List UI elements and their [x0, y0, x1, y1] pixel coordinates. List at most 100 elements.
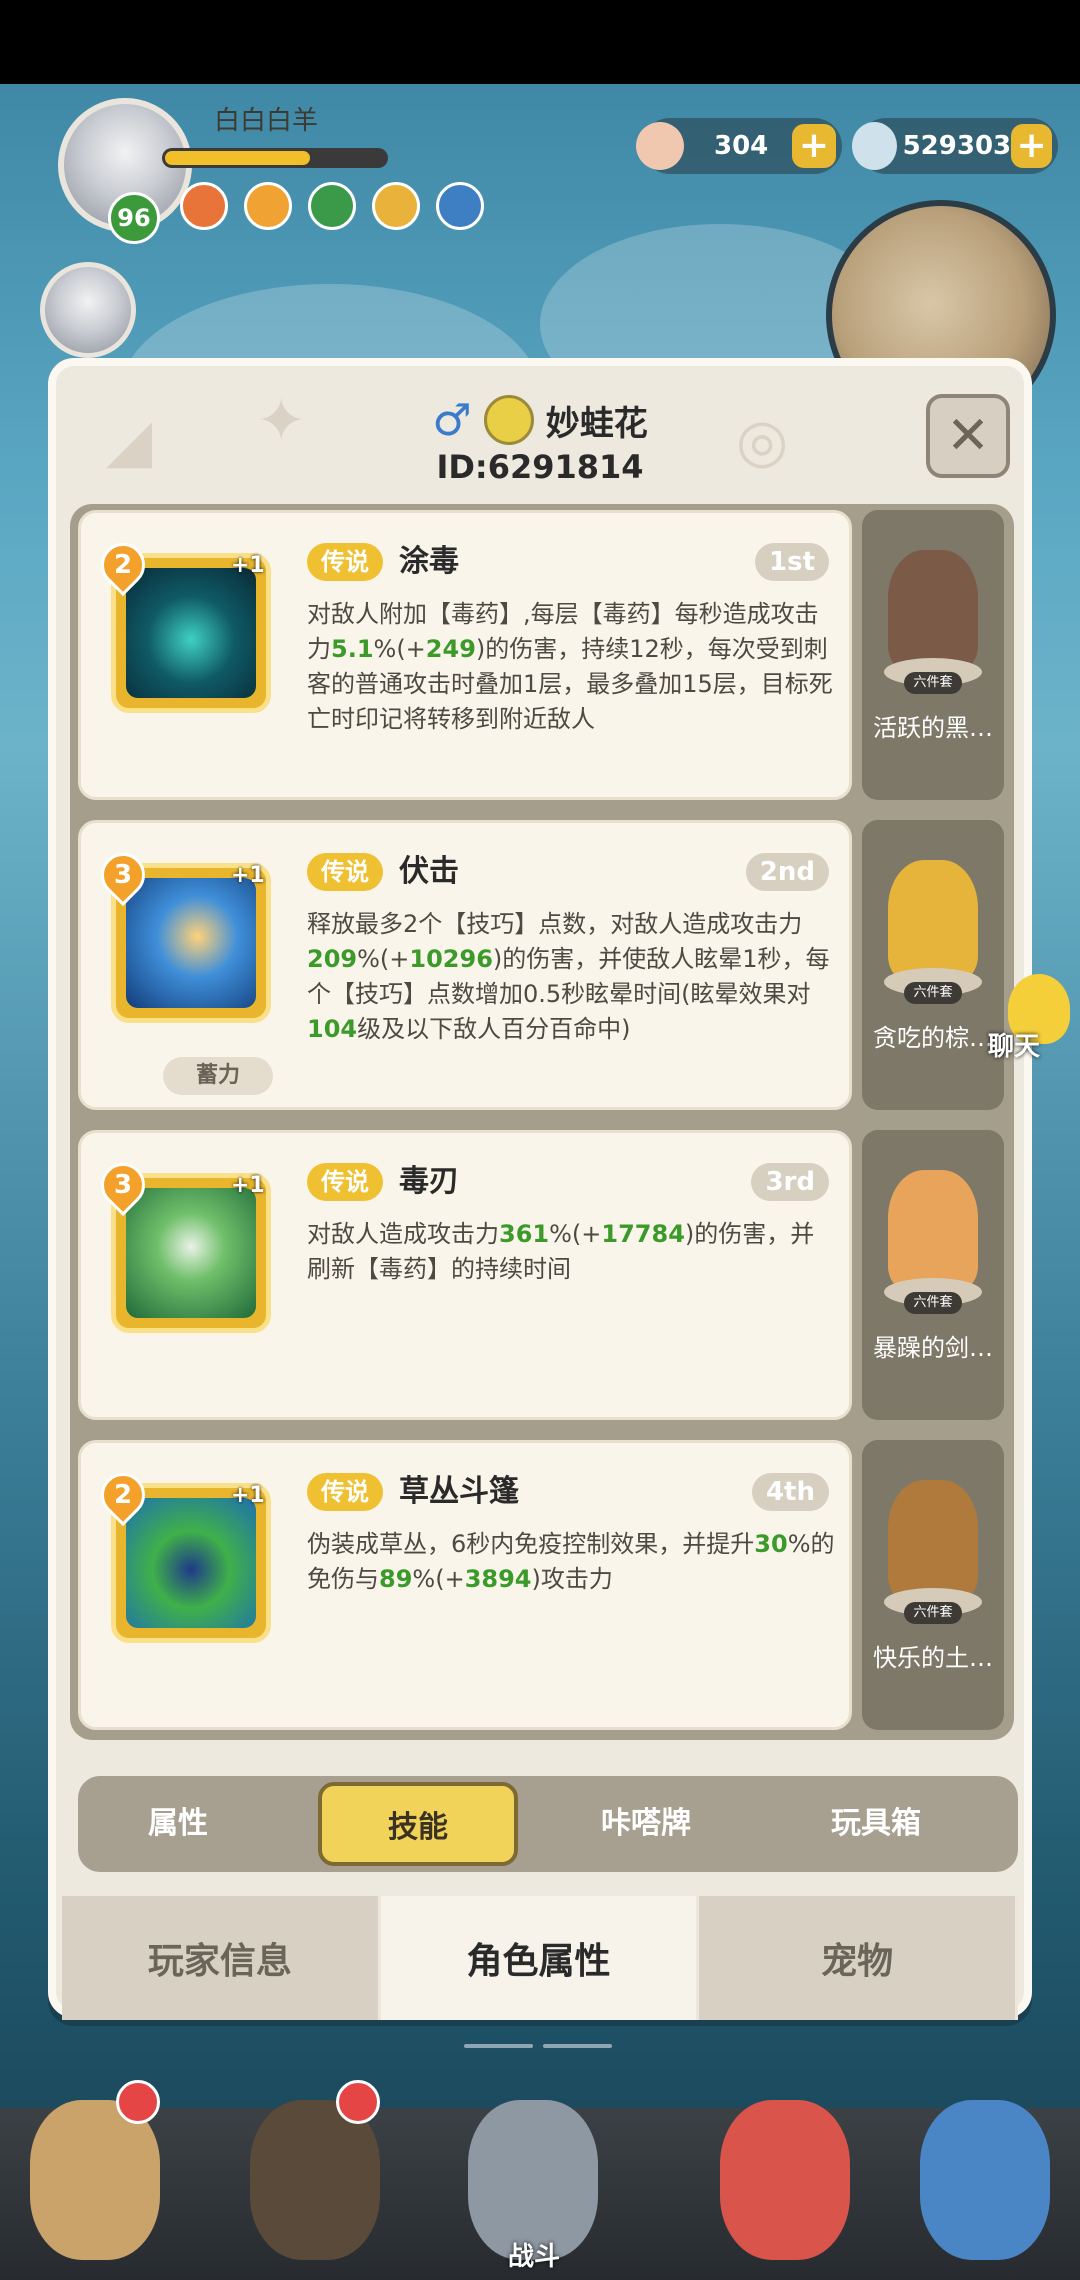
skill-plus: +1	[231, 553, 265, 578]
bush-cloak-icon	[126, 1498, 256, 1628]
skill-description: 对敌人附加【毒药】,每层【毒药】每秒造成攻击力5.1%(+249)的伤害，持续1…	[307, 600, 833, 733]
skill-name: 涂毒	[399, 544, 459, 579]
tab-toybox[interactable]: 玩具箱	[776, 1776, 976, 1872]
sub-tab-bar: 属性 技能 咔嗒牌 玩具箱	[78, 1776, 1018, 1872]
currency-pearl: 529303 +	[852, 118, 1058, 174]
skill-plus: +1	[231, 863, 265, 888]
set-tag: 六件套	[904, 672, 962, 694]
skill-card[interactable]: 3 +1 传说 毒刃 3rd 对敌人造成攻击力361%(+17784)的伤害，并…	[78, 1130, 852, 1420]
skill-level: 2	[113, 550, 133, 580]
male-icon: ♂	[432, 394, 472, 446]
player-hp-fill	[165, 151, 310, 165]
bell-icon	[336, 2080, 380, 2124]
pet-card[interactable]: 六件套 暴躁的剑…	[862, 1130, 1004, 1420]
skill-description: 释放最多2个【技巧】点数，对敌人造成攻击力209%(+10296)的伤害，并使敌…	[307, 910, 830, 1043]
character-name: 妙蛙花	[545, 403, 648, 444]
hero-portrait	[250, 2100, 380, 2260]
add-currency-button[interactable]: +	[1011, 124, 1052, 168]
close-button[interactable]: ✕	[926, 394, 1010, 478]
hero-portrait	[720, 2100, 850, 2260]
buff-icon[interactable]	[308, 182, 356, 230]
close-icon: ✕	[946, 406, 990, 466]
ambush-icon	[126, 878, 256, 1008]
charge-tag: 蓄力	[163, 1057, 273, 1095]
buff-row	[180, 182, 484, 230]
nav-shop[interactable]	[910, 2080, 1060, 2270]
pet-card[interactable]: 六件套 贪吃的棕…	[862, 820, 1004, 1110]
buff-icon[interactable]	[180, 182, 228, 230]
skill-name: 草丛斗篷	[399, 1474, 519, 1509]
skill-rank: 1st	[755, 543, 829, 581]
pet-card[interactable]: 六件套 活跃的黑…	[862, 510, 1004, 800]
skill-level: 3	[113, 1170, 133, 1200]
buff-icon[interactable]	[436, 182, 484, 230]
tab-player-info[interactable]: 玩家信息	[62, 1896, 381, 2020]
skill-card[interactable]: 3 +1 传说 伏击 2nd 释放最多2个【技巧】点数，对敌人造成攻击力209%…	[78, 820, 852, 1110]
buff-icon[interactable]	[244, 182, 292, 230]
pet-figure	[888, 1170, 978, 1290]
rarity-badge: 传说	[307, 1163, 383, 1201]
set-tag: 六件套	[904, 1292, 962, 1314]
character-info-dialog: ◢ ✦ ◎ ♂ 妙蛙花 ID:6291814 ✕ 2 +1 传说 涂毒 1st …	[48, 358, 1032, 2020]
character-avatar	[483, 395, 534, 445]
skill-name: 伏击	[399, 854, 459, 889]
buff-icon[interactable]	[372, 182, 420, 230]
skill-plus: +1	[231, 1483, 265, 1508]
player-name: 白白白羊	[214, 106, 319, 136]
skill-rank: 2nd	[745, 853, 829, 891]
skill-list[interactable]: 2 +1 传说 涂毒 1st 对敌人附加【毒药】,每层【毒药】每秒造成攻击力5.…	[70, 504, 1014, 1740]
skill-level: 3	[113, 860, 133, 890]
pet-figure	[888, 550, 978, 670]
tab-attributes[interactable]: 属性	[78, 1776, 278, 1872]
skill-rank: 4th	[751, 1473, 829, 1511]
skill-description: 伪装成草丛，6秒内免疫控制效果，并提升30%的免伤与89%(+3894)攻击力	[307, 1530, 835, 1593]
shop-icon	[920, 2100, 1050, 2260]
skull-icon	[126, 1188, 256, 1318]
pet-card[interactable]: 六件套 快乐的土…	[862, 1440, 1004, 1730]
teammate-avatar[interactable]	[40, 262, 136, 358]
hero-portrait	[30, 2100, 160, 2260]
rarity-badge: 传说	[307, 543, 383, 581]
skill-description: 对敌人造成攻击力361%(+17784)的伤害，并刷新【毒药】的持续时间	[307, 1220, 815, 1283]
main-tab-bar: 玩家信息 角色属性 宠物	[62, 1896, 1019, 2020]
pet-figure	[888, 1480, 978, 1600]
tab-skills[interactable]: 技能	[318, 1782, 518, 1866]
poison-drop-icon	[126, 568, 256, 698]
nav-hero-3[interactable]	[710, 2080, 860, 2270]
currency-shell-value: 304	[714, 131, 769, 161]
skill-name: 毒刃	[399, 1164, 459, 1199]
currency-shell: 304 +	[636, 118, 842, 174]
skill-level: 2	[113, 1480, 133, 1510]
add-currency-button[interactable]: +	[792, 124, 836, 168]
player-hp-bar	[162, 148, 388, 168]
dialog-title: ♂ 妙蛙花	[56, 390, 1024, 450]
rarity-badge: 传说	[307, 1473, 383, 1511]
rarity-badge: 传说	[307, 853, 383, 891]
battle-label: 战斗	[508, 2242, 561, 2272]
tab-pets[interactable]: 宠物	[699, 1896, 1019, 2020]
tab-character-attributes[interactable]: 角色属性	[380, 1896, 700, 2020]
currency-pearl-value: 529303	[902, 131, 1012, 161]
skill-card[interactable]: 2 +1 传说 草丛斗篷 4th 伪装成草丛，6秒内免疫控制效果，并提升30%的…	[78, 1440, 852, 1730]
character-id: ID:6291814	[436, 448, 644, 486]
nav-hero-1[interactable]	[20, 2080, 170, 2270]
nav-hero-2[interactable]	[240, 2080, 390, 2270]
pet-name: 活跃的黑…	[873, 714, 993, 742]
set-tag: 六件套	[904, 982, 962, 1004]
bell-icon	[116, 2080, 160, 2124]
chat-label: 聊天	[988, 1032, 1041, 1062]
pet-name: 暴躁的剑…	[873, 1334, 993, 1362]
pet-figure	[888, 860, 978, 980]
status-bar	[0, 0, 1080, 84]
set-tag: 六件套	[904, 1602, 962, 1624]
pet-name: 快乐的土…	[873, 1644, 993, 1672]
page-indicator	[464, 2044, 612, 2048]
skill-card[interactable]: 2 +1 传说 涂毒 1st 对敌人附加【毒药】,每层【毒药】每秒造成攻击力5.…	[78, 510, 852, 800]
shell-icon	[636, 122, 684, 170]
skill-rank: 3rd	[751, 1163, 829, 1201]
skill-plus: +1	[231, 1173, 265, 1198]
tab-cards[interactable]: 咔嗒牌	[546, 1776, 746, 1872]
player-level-badge: 96	[108, 192, 160, 244]
pearl-icon	[852, 122, 897, 170]
chat-button[interactable]: 聊天	[980, 966, 1076, 1062]
